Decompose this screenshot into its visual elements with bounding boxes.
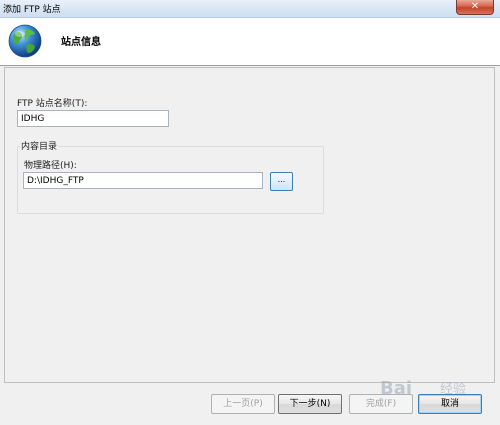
globe-icon xyxy=(8,24,42,58)
site-name-label: FTP 站点名称(T): xyxy=(17,99,88,109)
content-panel: FTP 站点名称(T): 内容目录 物理路径(H): xyxy=(4,67,495,383)
cancel-button[interactable]: 取消 xyxy=(418,394,482,414)
next-button-label: 下一步(N) xyxy=(289,399,331,409)
cancel-button-label: 取消 xyxy=(440,399,459,409)
browse-button-label: ... xyxy=(277,175,286,184)
window-title: 添加 FTP 站点 xyxy=(3,5,61,15)
site-name-input[interactable] xyxy=(17,110,169,127)
page-title: 站点信息 xyxy=(61,37,101,48)
browse-button[interactable]: ... xyxy=(270,172,293,191)
physical-path-label: 物理路径(H): xyxy=(24,161,77,171)
close-icon: ✕ xyxy=(470,1,480,12)
close-button[interactable]: ✕ xyxy=(456,0,494,15)
title-bar[interactable]: 添加 FTP 站点 ✕ xyxy=(0,0,500,18)
dialog-window: 添加 FTP 站点 ✕ 站点信息 FTP 站点名称(T): 内容目录 xyxy=(0,0,500,425)
next-button[interactable]: 下一步(N) xyxy=(278,394,342,414)
previous-button-label: 上一页(P) xyxy=(223,399,263,409)
content-directory-group-label: 内容目录 xyxy=(20,139,59,152)
previous-button[interactable]: 上一页(P) xyxy=(211,394,275,414)
header-band: 站点信息 xyxy=(0,18,500,66)
physical-path-input[interactable] xyxy=(23,172,263,189)
finish-button[interactable]: 完成(F) xyxy=(349,394,413,414)
finish-button-label: 完成(F) xyxy=(365,399,397,409)
